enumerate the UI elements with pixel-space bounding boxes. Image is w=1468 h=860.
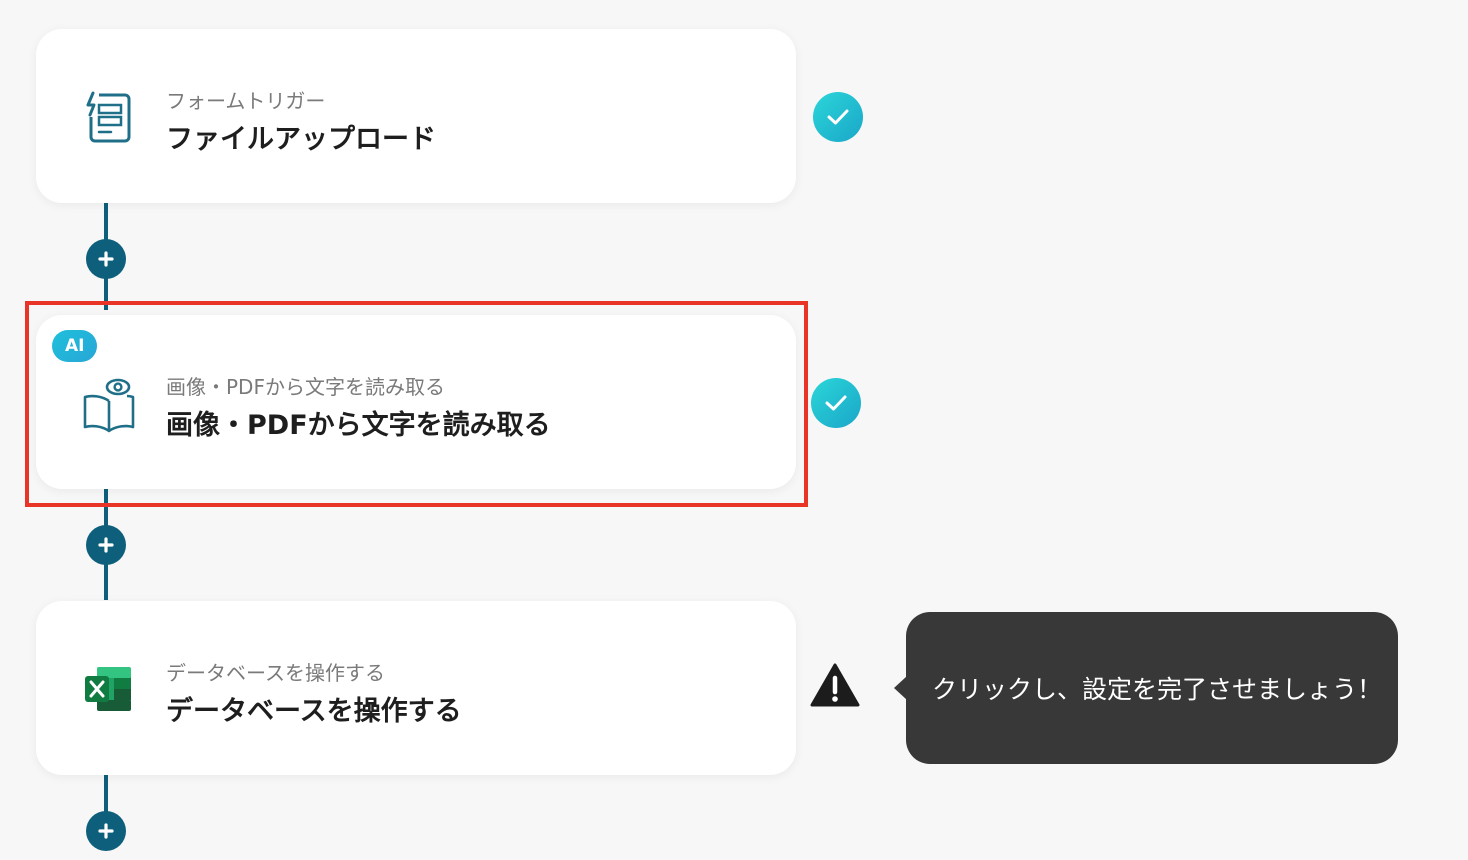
form-trigger-icon (80, 87, 138, 147)
add-step-button[interactable] (86, 239, 126, 279)
step-title: ファイルアップロード (166, 124, 436, 155)
step-subtitle: フォームトリガー (166, 89, 326, 113)
highlight-frame (25, 301, 808, 507)
tooltip-text: クリックし、設定を完了させましょう！ (932, 675, 1383, 704)
check-icon (813, 92, 863, 142)
plus-icon (98, 823, 114, 839)
tooltip-arrow (894, 676, 907, 700)
add-step-button[interactable] (86, 525, 126, 565)
warning-icon (810, 660, 860, 710)
flow-step-card-database[interactable]: データベースを操作する データベースを操作する (36, 601, 796, 775)
step-subtitle: データベースを操作する (166, 661, 385, 685)
excel-icon (80, 659, 138, 719)
setup-tooltip: クリックし、設定を完了させましょう！ (894, 612, 1398, 764)
check-icon (811, 378, 861, 428)
plus-icon (98, 537, 114, 553)
add-step-button[interactable] (86, 811, 126, 851)
step-title: データベースを操作する (166, 696, 462, 727)
flow-step-card-form-trigger[interactable]: フォームトリガー ファイルアップロード (36, 29, 796, 203)
plus-icon (98, 251, 114, 267)
flow-canvas: フォームトリガー ファイルアップロード AI 画像・PDFから文字を読み取る 画… (0, 0, 1468, 860)
